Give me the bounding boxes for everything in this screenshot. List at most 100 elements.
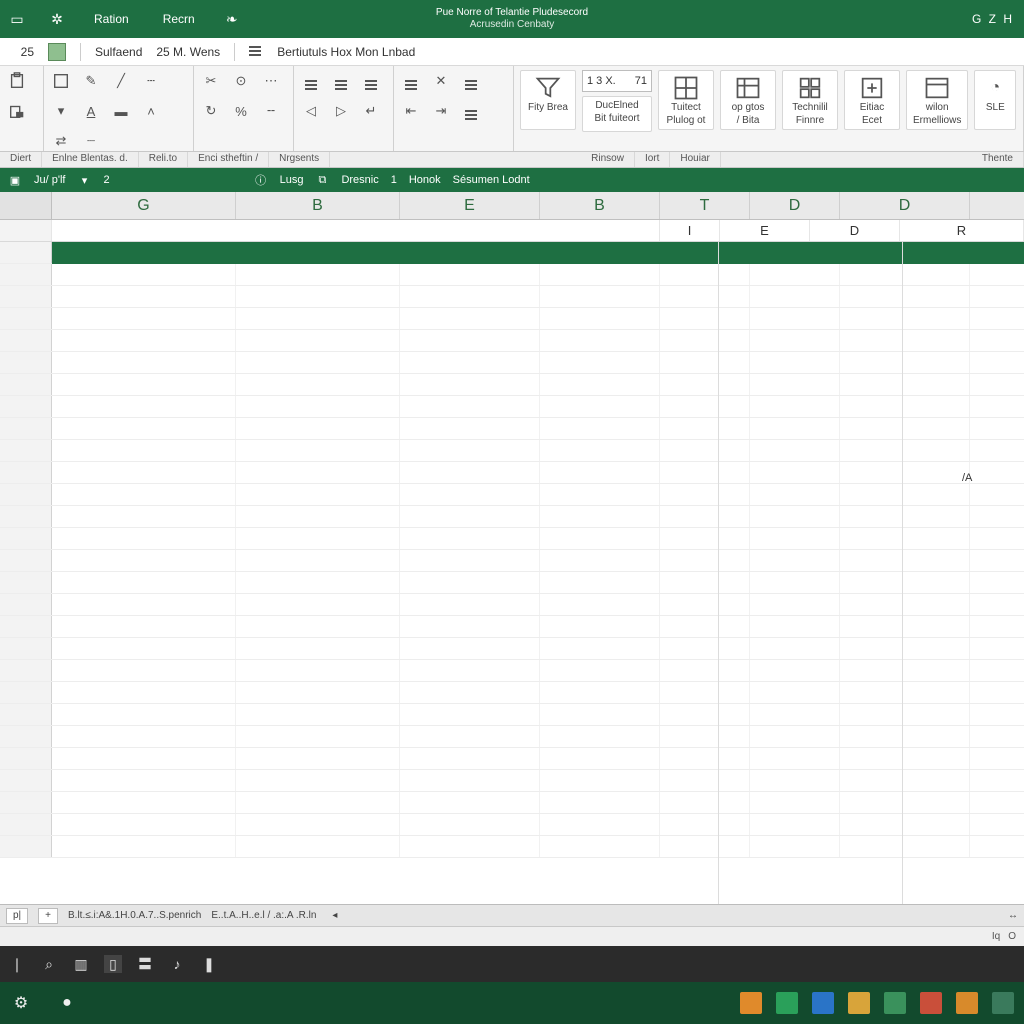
row-header[interactable]: [0, 594, 52, 615]
title-tab-1[interactable]: Ration: [86, 8, 137, 30]
grid-row[interactable]: [0, 572, 1024, 594]
leaf-icon[interactable]: ❧: [221, 8, 243, 30]
cell[interactable]: [400, 836, 540, 857]
row-header[interactable]: [0, 748, 52, 769]
scroll-left-icon[interactable]: ◂: [332, 910, 337, 921]
cell[interactable]: [52, 594, 236, 615]
cell[interactable]: [840, 264, 970, 285]
ribbon-btn-4[interactable]: Technilil Finnre: [782, 70, 838, 130]
cell[interactable]: [750, 704, 840, 725]
cell[interactable]: [840, 836, 970, 857]
cell[interactable]: [236, 462, 400, 483]
cell[interactable]: [540, 264, 660, 285]
align-icon[interactable]: [249, 46, 263, 58]
grid-row[interactable]: [0, 726, 1024, 748]
grid-row[interactable]: [0, 814, 1024, 836]
cell[interactable]: [400, 638, 540, 659]
cell[interactable]: [840, 814, 970, 835]
row-header[interactable]: [0, 462, 52, 483]
taskbar-icon[interactable]: 〓: [136, 955, 154, 973]
cell[interactable]: [750, 594, 840, 615]
cell[interactable]: [236, 792, 400, 813]
merge-icon[interactable]: ⇄: [50, 130, 72, 152]
grid-row[interactable]: [0, 660, 1024, 682]
cell[interactable]: [400, 286, 540, 307]
cell[interactable]: [236, 572, 400, 593]
cell[interactable]: [540, 484, 660, 505]
cell[interactable]: [750, 506, 840, 527]
cell[interactable]: [52, 396, 236, 417]
cell[interactable]: [660, 396, 750, 417]
cell[interactable]: [52, 330, 236, 351]
valign-mid-icon[interactable]: [460, 70, 482, 92]
cell[interactable]: [840, 572, 970, 593]
cell[interactable]: [660, 726, 750, 747]
row-header[interactable]: [0, 330, 52, 351]
cell[interactable]: [236, 660, 400, 681]
cell[interactable]: [52, 836, 236, 857]
row-header[interactable]: [0, 638, 52, 659]
fx-dropdown-icon[interactable]: ▾: [77, 173, 91, 187]
cell[interactable]: [52, 550, 236, 571]
cell[interactable]: [236, 616, 400, 637]
grid-row[interactable]: [0, 528, 1024, 550]
cell[interactable]: [52, 814, 236, 835]
cell[interactable]: [540, 814, 660, 835]
justify-icon[interactable]: [460, 100, 482, 122]
cell[interactable]: [840, 484, 970, 505]
cell[interactable]: [400, 308, 540, 329]
row-header[interactable]: [0, 242, 52, 263]
cell[interactable]: [52, 286, 236, 307]
angle-up-icon[interactable]: ˄: [140, 100, 162, 122]
cell[interactable]: [750, 792, 840, 813]
col-header[interactable]: D: [750, 192, 840, 219]
row-header[interactable]: [0, 572, 52, 593]
cell[interactable]: [540, 528, 660, 549]
cell[interactable]: [660, 748, 750, 769]
cell[interactable]: [540, 440, 660, 461]
cell[interactable]: [750, 330, 840, 351]
cell[interactable]: [540, 704, 660, 725]
cell[interactable]: [840, 440, 970, 461]
number-input[interactable]: 1 3 X. 71: [582, 70, 652, 92]
col-header[interactable]: E: [400, 192, 540, 219]
cell[interactable]: [540, 330, 660, 351]
percent-icon[interactable]: %: [230, 100, 252, 122]
cell[interactable]: [840, 660, 970, 681]
cell[interactable]: [840, 726, 970, 747]
grid-row[interactable]: [0, 704, 1024, 726]
ribbon-btn-filter[interactable]: Fity Brea: [520, 70, 576, 130]
cell[interactable]: [750, 484, 840, 505]
cell[interactable]: [236, 682, 400, 703]
cell[interactable]: [52, 374, 236, 395]
grid-row[interactable]: [0, 286, 1024, 308]
cell[interactable]: [750, 528, 840, 549]
cell[interactable]: [540, 506, 660, 527]
cell[interactable]: [540, 572, 660, 593]
cell[interactable]: [52, 792, 236, 813]
cell[interactable]: [540, 462, 660, 483]
grid-row[interactable]: [0, 462, 1024, 484]
cell[interactable]: [750, 396, 840, 417]
ribbon-btn-3[interactable]: op gtos / Bita: [720, 70, 776, 130]
cell[interactable]: [750, 660, 840, 681]
cell[interactable]: [660, 352, 750, 373]
cell[interactable]: [236, 638, 400, 659]
dock-app-5[interactable]: [920, 992, 942, 1014]
cell[interactable]: [236, 506, 400, 527]
cell[interactable]: [660, 308, 750, 329]
fill-icon[interactable]: ▬: [110, 100, 132, 122]
cell[interactable]: [750, 616, 840, 637]
row-header[interactable]: [0, 396, 52, 417]
cell[interactable]: [540, 374, 660, 395]
dash2-icon[interactable]: ┈: [80, 130, 102, 152]
row-header[interactable]: [0, 704, 52, 725]
clear-icon[interactable]: ✕: [430, 70, 452, 92]
cell[interactable]: [660, 682, 750, 703]
cell[interactable]: [236, 286, 400, 307]
cell[interactable]: [660, 286, 750, 307]
cell[interactable]: [52, 616, 236, 637]
dock-app-3[interactable]: [848, 992, 870, 1014]
cell[interactable]: [400, 330, 540, 351]
cell[interactable]: [840, 286, 970, 307]
